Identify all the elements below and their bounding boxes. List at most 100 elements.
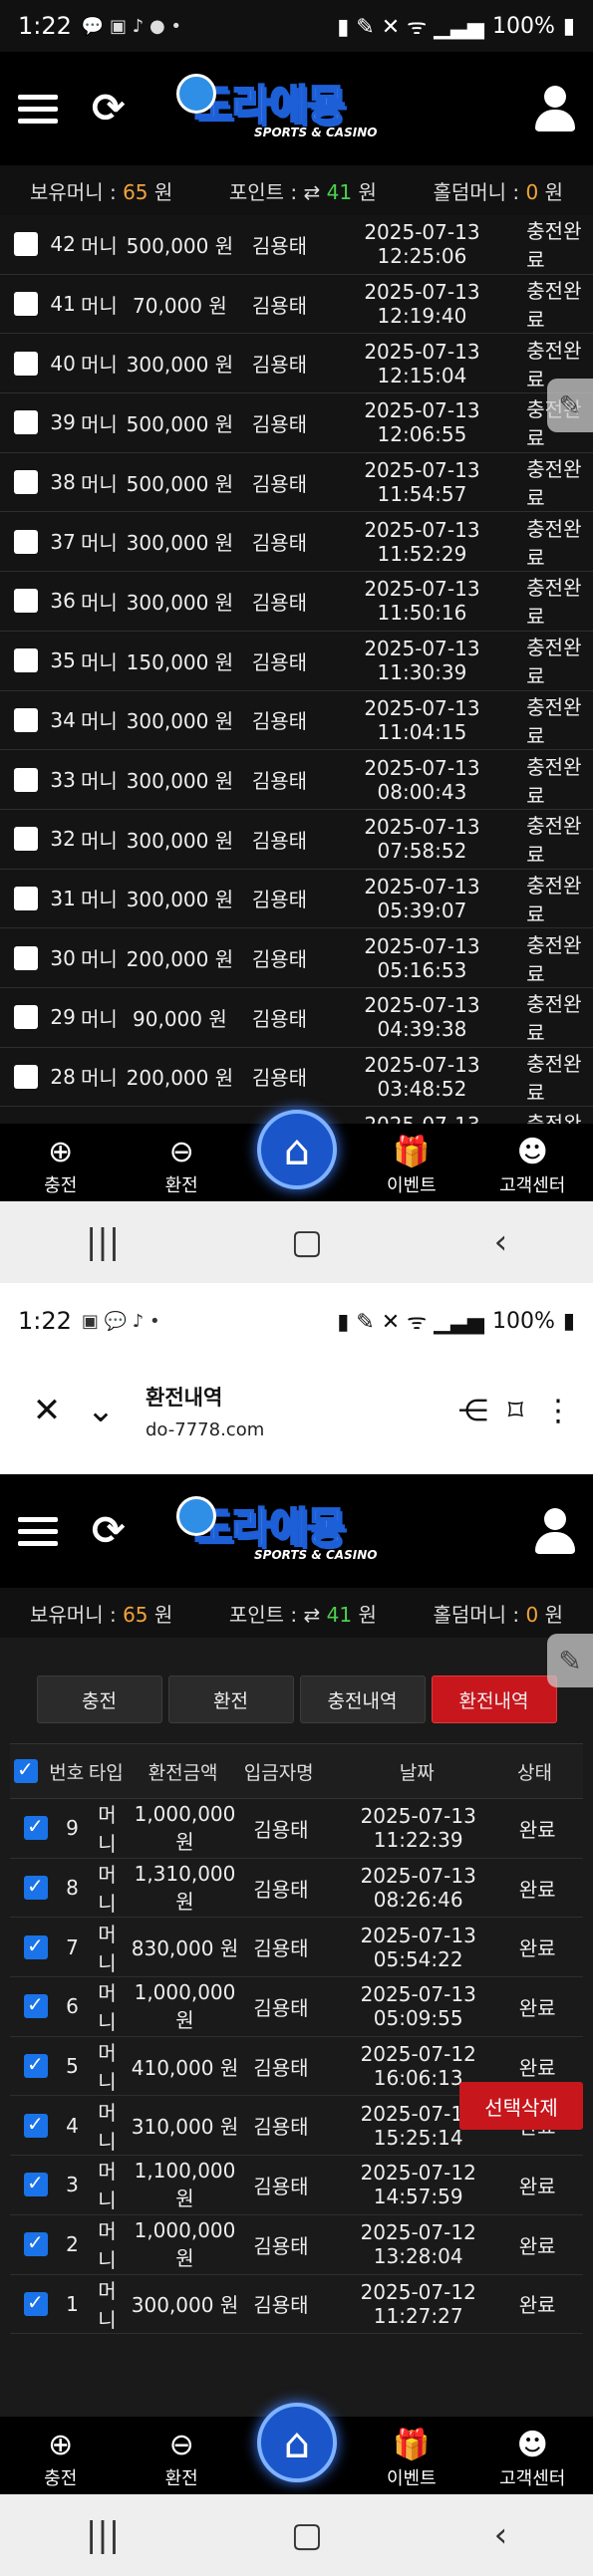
- nav-event[interactable]: 🎁 이벤트: [351, 2428, 471, 2498]
- table-row[interactable]: 31 머니 300,000 원 김용태 2025-07-13 05:39:07 충전완료: [0, 870, 593, 929]
- row-no: 38: [50, 470, 76, 495]
- table-row[interactable]: 28 머니 200,000 원 김용태 2025-07-13 03:48:52 충전완료: [0, 1048, 593, 1108]
- back-icon[interactable]: ‹: [494, 1222, 508, 1262]
- row-checkbox[interactable]: [14, 1005, 38, 1030]
- row-no: 29: [50, 1005, 76, 1030]
- nav-exchange[interactable]: ⊖ 환전: [121, 1135, 241, 1205]
- row-amount: 150,000 원: [126, 649, 234, 674]
- row-date: 2025-07-13 11:04:15: [364, 695, 480, 744]
- table-row[interactable]: 30 머니 200,000 원 김용태 2025-07-13 05:16:53 충전완료: [0, 928, 593, 988]
- row-date: 2025-07-13 12:06:55: [364, 398, 480, 447]
- user-icon[interactable]: [535, 86, 575, 131]
- recent-apps-icon[interactable]: |||: [86, 1222, 120, 1262]
- row-checkbox[interactable]: [24, 1874, 48, 1901]
- menu-icon[interactable]: [18, 1516, 58, 1546]
- row-checkbox[interactable]: [24, 1992, 48, 2019]
- site-logo[interactable]: 도라애몽 SPORTS & CASINO: [176, 72, 404, 141]
- menu-icon[interactable]: [18, 94, 58, 124]
- row-checkbox[interactable]: [14, 589, 38, 614]
- table-row[interactable]: 2 머니 1,000,000 원 김용태 2025-07-12 13:28:04 완료: [10, 2215, 583, 2275]
- bookmark-icon[interactable]: ⌑: [508, 1394, 523, 1428]
- table-row[interactable]: 37 머니 300,000 원 김용태 2025-07-13 11:52:29 충전완료: [0, 512, 593, 573]
- row-checkbox[interactable]: [14, 232, 38, 257]
- row-checkbox[interactable]: [14, 351, 38, 376]
- nav-event[interactable]: 🎁 이벤트: [351, 1135, 471, 1205]
- table-row[interactable]: 40 머니 300,000 원 김용태 2025-07-13 12:15:04 충전완료: [0, 334, 593, 394]
- back-icon[interactable]: ‹: [494, 2515, 508, 2555]
- row-name: 김용태: [251, 947, 308, 972]
- tab-charge-history[interactable]: 충전내역: [299, 1675, 426, 1723]
- table-row[interactable]: 6 머니 1,000,000 원 김용태 2025-07-13 05:09:55 완료: [10, 1977, 583, 2037]
- row-checkbox[interactable]: [24, 2290, 48, 2316]
- select-all-checkbox[interactable]: [14, 1757, 38, 1783]
- row-checkbox[interactable]: [24, 2052, 48, 2079]
- money-balance: 보유머니 : 65 원: [30, 1602, 173, 1627]
- row-checkbox[interactable]: [14, 529, 38, 554]
- table-row[interactable]: 36 머니 300,000 원 김용태 2025-07-13 11:50:16 충전완료: [0, 572, 593, 632]
- status-right: ▮ ✎ ✕ ᯤ ▁▃▅ 100% ▮: [337, 11, 575, 41]
- home-button[interactable]: ⌂: [257, 1110, 337, 1189]
- home-nav-icon[interactable]: ▢: [291, 2515, 323, 2555]
- refresh-icon[interactable]: ⟳: [92, 86, 126, 131]
- row-checkbox[interactable]: [24, 1814, 48, 1841]
- table-row[interactable]: 42 머니 500,000 원 김용태 2025-07-13 12:25:06 충전완료: [0, 215, 593, 275]
- table-row[interactable]: 32 머니 300,000 원 김용태 2025-07-13 07:58:52 충전완료: [0, 810, 593, 870]
- table-row[interactable]: 41 머니 70,000 원 김용태 2025-07-13 12:19:40 충전완료: [0, 275, 593, 335]
- status-bar: 1:22 ▣ 💬 ♪ • ▮ ✎ ✕ ᯤ ▁▃▅ 100% ▮: [0, 1295, 593, 1347]
- row-checkbox[interactable]: [14, 945, 38, 970]
- row-checkbox[interactable]: [24, 2112, 48, 2138]
- delete-selected-button[interactable]: 선택삭제: [459, 2082, 583, 2130]
- user-icon[interactable]: [535, 1508, 575, 1554]
- table-row[interactable]: 34 머니 300,000 원 김용태 2025-07-13 11:04:15 충전완료: [0, 691, 593, 751]
- recent-apps-icon[interactable]: |||: [86, 2515, 120, 2555]
- table-row[interactable]: 33 머니 300,000 원 김용태 2025-07-13 08:00:43 충전완료: [0, 750, 593, 810]
- table-row[interactable]: 35 머니 150,000 원 김용태 2025-07-13 11:30:39 충전완료: [0, 632, 593, 691]
- row-checkbox[interactable]: [14, 707, 38, 732]
- home-nav-icon[interactable]: ▢: [291, 1222, 323, 1262]
- row-checkbox[interactable]: [14, 648, 38, 673]
- share-icon[interactable]: ⋲: [458, 1394, 488, 1428]
- row-name: 김용태: [251, 411, 308, 436]
- close-icon[interactable]: ✕: [20, 1391, 74, 1430]
- row-checkbox[interactable]: [24, 2230, 48, 2257]
- more-icon[interactable]: ⋮: [543, 1394, 573, 1428]
- row-date: 2025-07-13 11:50:16: [364, 577, 480, 626]
- nav-support[interactable]: ☻ 고객센터: [472, 1135, 593, 1205]
- tab-exchange[interactable]: 환전: [167, 1675, 294, 1723]
- table-row[interactable]: 9 머니 1,000,000 원 김용태 2025-07-13 11:22:39 완료: [10, 1799, 583, 1859]
- chevron-down-icon[interactable]: ⌄: [74, 1391, 128, 1430]
- row-type: 머니: [80, 649, 118, 674]
- table-row[interactable]: 29 머니 90,000 원 김용태 2025-07-13 04:39:38 충전완료: [0, 988, 593, 1048]
- point-balance[interactable]: 포인트 : ⇄ 41 원: [229, 1599, 377, 1628]
- nav-charge[interactable]: ⊕ 충전: [0, 2428, 121, 2498]
- table-row[interactable]: 1 머니 300,000 원 김용태 2025-07-12 11:27:27 완료: [10, 2275, 583, 2335]
- row-checkbox[interactable]: [14, 767, 38, 792]
- row-type: 머니: [80, 471, 118, 496]
- balance-bar: 보유머니 : 65 원 포인트 : ⇄ 41 원 홀덤머니 : 0 원: [0, 165, 593, 215]
- row-checkbox[interactable]: [14, 1064, 38, 1089]
- edit-pencil-icon[interactable]: ✎: [547, 1634, 593, 1687]
- signal-icons: ▮ ✎ ✕ ᯤ ▁▃▅: [337, 15, 484, 40]
- edit-pencil-icon[interactable]: ✎: [547, 379, 593, 432]
- table-row[interactable]: 7 머니 830,000 원 김용태 2025-07-13 05:54:22 완료: [10, 1918, 583, 1978]
- site-logo[interactable]: 도라애몽 SPORTS & CASINO: [176, 1494, 404, 1564]
- home-button[interactable]: ⌂: [257, 2403, 337, 2482]
- row-checkbox[interactable]: [14, 410, 38, 435]
- row-checkbox[interactable]: [24, 2171, 48, 2197]
- row-checkbox[interactable]: [24, 1933, 48, 1959]
- table-row[interactable]: 38 머니 500,000 원 김용태 2025-07-13 11:54:57 충전완료: [0, 453, 593, 513]
- nav-exchange[interactable]: ⊖ 환전: [121, 2428, 241, 2498]
- nav-support[interactable]: ☻ 고객센터: [472, 2428, 593, 2498]
- nav-charge[interactable]: ⊕ 충전: [0, 1135, 121, 1205]
- row-checkbox[interactable]: [14, 886, 38, 910]
- table-row[interactable]: 39머니500,000 원김용태2025-07-13 12:06:55충전완료: [0, 393, 593, 453]
- point-balance[interactable]: 포인트 : ⇄ 41 원: [229, 176, 377, 205]
- table-row[interactable]: 8 머니 1,310,000 원 김용태 2025-07-13 08:26:46 완료: [10, 1859, 583, 1919]
- row-checkbox[interactable]: [14, 827, 38, 852]
- refresh-icon[interactable]: ⟳: [92, 1508, 126, 1554]
- table-row[interactable]: 3 머니 1,100,000 원 김용태 2025-07-12 14:57:59 완료: [10, 2156, 583, 2215]
- tab-exchange-history[interactable]: 환전내역: [431, 1675, 557, 1723]
- row-checkbox[interactable]: [14, 470, 38, 495]
- row-checkbox[interactable]: [14, 292, 38, 317]
- tab-charge[interactable]: 충전: [36, 1675, 162, 1723]
